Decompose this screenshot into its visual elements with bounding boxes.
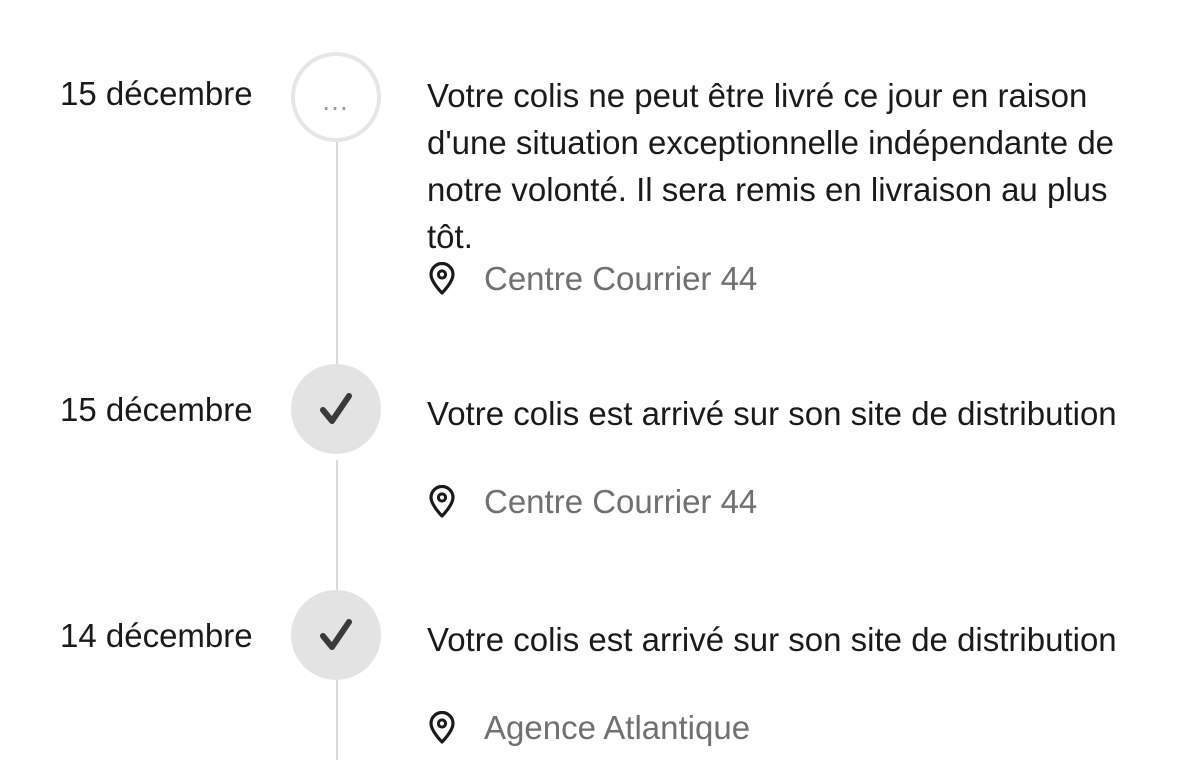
timeline-line (336, 680, 338, 760)
event-location: Centre Courrier 44 (427, 482, 757, 522)
location-pin-icon (429, 485, 455, 518)
checkmark-icon (320, 393, 352, 424)
event-date: 15 décembre (60, 391, 253, 428)
tracking-timeline: 15 décembre … Votre colis ne peut être l… (0, 0, 1200, 760)
location-pin-icon (429, 711, 455, 744)
location-name: Centre Courrier 44 (484, 260, 758, 297)
timeline-line (336, 460, 338, 600)
event-location: Centre Courrier 44 (427, 259, 757, 299)
status-marker-pending: … (291, 52, 381, 142)
event-date: 15 décembre (60, 75, 253, 112)
status-marker-done (291, 364, 381, 454)
event-description: Votre colis est arrivé sur son site de d… (427, 621, 1117, 658)
location-name: Agence Atlantique (484, 709, 751, 746)
location-name: Centre Courrier 44 (484, 483, 758, 520)
event-date: 14 décembre (60, 617, 253, 654)
checkmark-icon (320, 619, 352, 650)
event-location: Agence Atlantique (427, 708, 750, 748)
timeline-line (336, 138, 338, 378)
event-description: Votre colis est arrivé sur son site de d… (427, 395, 1117, 432)
more-dots-icon: … (321, 85, 351, 116)
location-pin-icon (429, 262, 455, 295)
status-marker-done (291, 590, 381, 680)
event-description: Votre colis ne peut être livré ce jour e… (427, 77, 1115, 255)
